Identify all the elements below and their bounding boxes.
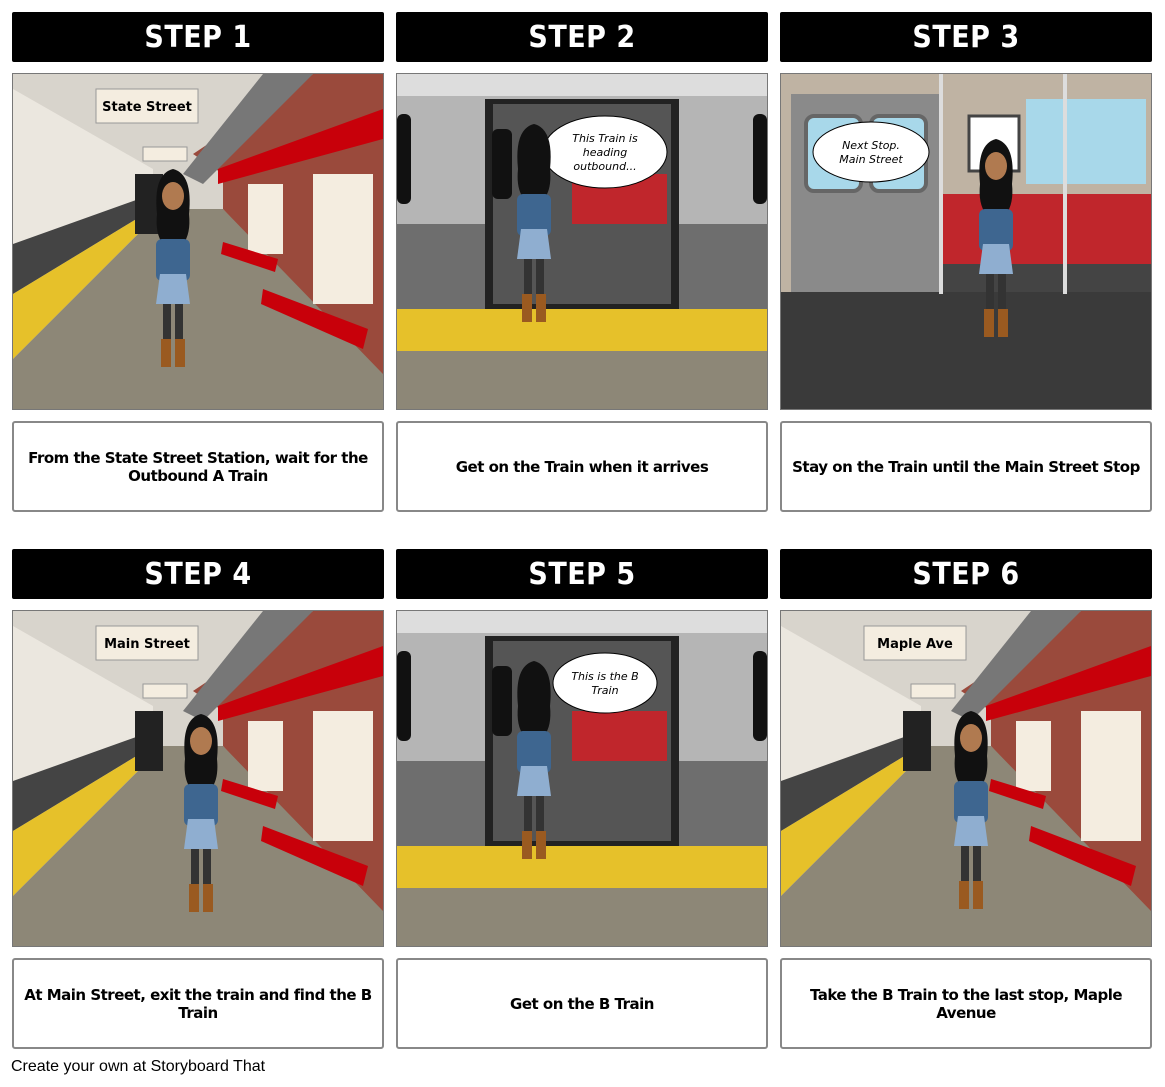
train-seats	[941, 194, 1151, 269]
station-sign: Maple Ave	[863, 625, 967, 661]
platform-yellow-line	[397, 309, 767, 351]
scene-image: Main Street	[12, 610, 384, 947]
scene-image: Maple Ave	[780, 610, 1152, 947]
step-caption: At Main Street, exit the train and find …	[12, 958, 384, 1049]
step-caption: Take the B Train to the last stop, Maple…	[780, 958, 1152, 1049]
step-caption: From the State Street Station, wait for …	[12, 421, 384, 512]
step-caption: Get on the B Train	[396, 958, 768, 1049]
step-title: STEP 5	[396, 549, 768, 599]
step-title: STEP 6	[780, 549, 1152, 599]
station-sign: State Street	[95, 88, 199, 124]
train-door-scene: This is the BTrain	[397, 611, 767, 946]
step-caption: Get on the Train when it arrives	[396, 421, 768, 512]
speech-bubble-text: This Train is	[572, 132, 638, 145]
speech-bubble-text: Main Street	[839, 153, 903, 166]
station-scene: State Street	[13, 74, 383, 409]
speech-bubble: This Train isheadingoutbound...	[542, 115, 668, 189]
speech-bubble-text: Next Stop.	[842, 139, 900, 152]
station-scene: Maple Ave	[781, 611, 1151, 946]
station-sign: Main Street	[95, 625, 199, 661]
step-title: STEP 3	[780, 12, 1152, 62]
step-caption: Stay on the Train until the Main Street …	[780, 421, 1152, 512]
station-sign-text: Maple Ave	[877, 637, 953, 652]
train-interior-scene: Next Stop.Main Street	[781, 74, 1151, 409]
scene-image: This Train is heading outbound...	[396, 73, 768, 410]
step-title: STEP 2	[396, 12, 768, 62]
speech-bubble-text: outbound...	[573, 160, 636, 173]
speech-bubble-text: Train	[591, 684, 618, 697]
speech-bubble-text: This is the B	[571, 670, 638, 683]
step-title: STEP 1	[12, 12, 384, 62]
speech-bubble: This is the BTrain	[552, 652, 658, 714]
train-window	[1026, 99, 1146, 184]
scene-image: This is the B Train	[396, 610, 768, 947]
platform-yellow-line	[397, 846, 767, 888]
scene-image: Next Stop. Main Street	[780, 73, 1152, 410]
train-door-scene: This Train isheadingoutbound...	[397, 74, 767, 409]
step-title: STEP 4	[12, 549, 384, 599]
train-seats	[572, 711, 667, 761]
speech-bubble: Next Stop.Main Street	[812, 121, 930, 183]
scene-image: State Street	[12, 73, 384, 410]
station-sign-text: Main Street	[104, 637, 190, 652]
station-scene: Main Street	[13, 611, 383, 946]
station-sign-text: State Street	[102, 100, 192, 115]
speech-bubble-text: heading	[583, 146, 627, 159]
footer-credit-link[interactable]: Create your own at Storyboard That	[11, 1058, 265, 1076]
